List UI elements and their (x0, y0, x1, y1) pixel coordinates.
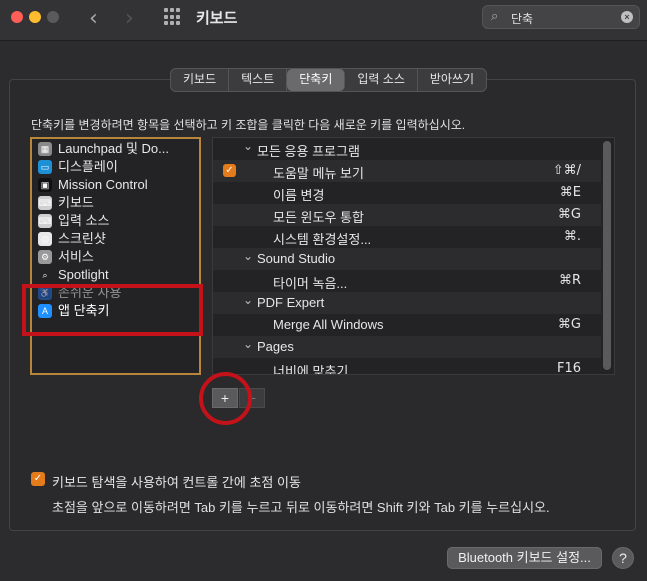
group-label: 모든 응용 프로그램 (257, 144, 360, 159)
group-label: PDF Expert (257, 295, 325, 310)
keyboard-navigation-checkbox[interactable]: ✓ (31, 472, 45, 486)
keyboard-icon: ⌨ (38, 196, 52, 210)
launchpad-icon: ▦ (38, 142, 52, 156)
category-label: 서비스 (58, 249, 94, 264)
back-icon[interactable]: ‹ (89, 6, 98, 31)
category-item[interactable]: ⌨ 입력 소스 (38, 212, 109, 230)
search-field[interactable]: ⌕ 단축 × (482, 5, 640, 29)
forward-icon[interactable]: › (125, 6, 134, 31)
spotlight-icon: ⌕ (42, 270, 48, 280)
category-label: Spotlight (58, 267, 109, 282)
shortcut-row[interactable]: ✓ 도움말 메뉴 보기 ⇧⌘/ (213, 160, 601, 182)
group-label: Sound Studio (257, 251, 336, 266)
screenshot-icon: ◎ (38, 232, 52, 246)
disclosure-chevron-icon[interactable]: ⌄ (243, 337, 253, 351)
shortcut-row[interactable]: 너비에 맞추기 F16 (213, 358, 601, 375)
input-source-icon: ⌨ (38, 214, 52, 228)
disclosure-chevron-icon[interactable]: ⌄ (243, 293, 253, 307)
category-label: 입력 소스 (58, 213, 110, 228)
shortcut-label: 너비에 맞추기 (273, 364, 349, 375)
clear-search-icon[interactable]: × (621, 11, 633, 23)
table-scrollbar[interactable] (603, 141, 611, 370)
display-icon: ▭ (38, 160, 52, 174)
zoom-window-button[interactable] (47, 11, 59, 23)
tab-shortcuts[interactable]: 단축키 (287, 69, 346, 91)
shortcut-keys[interactable]: ⌘. (564, 229, 581, 244)
tab-dictation[interactable]: 받아쓰기 (418, 69, 486, 91)
shortcut-enabled-checkbox[interactable]: ✓ (223, 164, 236, 177)
shortcut-keys[interactable]: ⌘E (560, 185, 581, 200)
bluetooth-keyboard-setup-button[interactable]: Bluetooth 키보드 설정... (447, 547, 602, 569)
shortcuts-table[interactable]: ⌄ 모든 응용 프로그램 ✓ 도움말 메뉴 보기 ⇧⌘/ 이름 변경 ⌘E 모든 윈도우 통합… (212, 137, 615, 375)
category-label: 키보드 (58, 195, 94, 210)
window-title: 키보드 (196, 10, 238, 27)
annotation-circle (199, 372, 252, 425)
search-input[interactable]: 단축 (511, 10, 533, 27)
search-icon: ⌕ (491, 8, 499, 23)
shortcut-keys[interactable]: ⌘G (558, 317, 581, 332)
shortcut-label: 도움말 메뉴 보기 (273, 166, 364, 181)
shortcut-category-list[interactable]: ▦ Launchpad 및 Do... ▭ 디스플레이 ▣ Mission Control… (30, 137, 201, 375)
category-item[interactable]: ⌕ Spotlight (38, 266, 109, 284)
tab-keyboard[interactable]: 키보드 (171, 69, 230, 91)
shortcut-label: Merge All Windows (273, 317, 384, 332)
shortcut-group-row[interactable]: ⌄ 모든 응용 프로그램 (213, 138, 601, 160)
keyboard-navigation-help: 초점을 앞으로 이동하려면 Tab 키를 누르고 뒤로 이동하려면 Shift … (52, 500, 550, 515)
shortcut-label: 이름 변경 (273, 188, 325, 203)
category-item[interactable]: ▣ Mission Control (38, 176, 148, 194)
close-window-button[interactable] (11, 11, 23, 23)
category-item[interactable]: ▦ Launchpad 및 Do... (38, 140, 169, 158)
category-label: 스크린샷 (58, 231, 106, 246)
category-item[interactable]: ⌨ 키보드 (38, 194, 94, 212)
annotation-highlight-box (22, 284, 203, 336)
shortcut-label: 모든 윈도우 통합 (273, 210, 364, 225)
minimize-window-button[interactable] (29, 11, 41, 23)
category-item[interactable]: ▭ 디스플레이 (38, 158, 118, 176)
shortcut-keys[interactable]: F16 (557, 361, 581, 374)
category-item[interactable]: ⚙ 서비스 (38, 248, 94, 266)
shortcut-group-row[interactable]: ⌄ Sound Studio (213, 248, 601, 270)
category-label: Launchpad 및 Do... (58, 141, 169, 156)
shortcut-row[interactable]: Merge All Windows ⌘G (213, 314, 601, 336)
services-icon: ⚙ (38, 250, 52, 264)
shortcut-keys[interactable]: ⇧⌘/ (553, 163, 581, 178)
keyboard-navigation-label: 키보드 탐색을 사용하여 컨트롤 간에 초점 이동 (52, 475, 301, 490)
shortcut-group-row[interactable]: ⌄ PDF Expert (213, 292, 601, 314)
shortcut-row[interactable]: 타이머 녹음... ⌘R (213, 270, 601, 292)
title-bar: ‹ › 키보드 ⌕ 단축 × (0, 0, 647, 41)
group-label: Pages (257, 339, 294, 354)
category-item[interactable]: ◎ 스크린샷 (38, 230, 106, 248)
shortcut-row[interactable]: 이름 변경 ⌘E (213, 182, 601, 204)
tab-text[interactable]: 텍스트 (229, 69, 288, 91)
shortcut-row[interactable]: 모든 윈도우 통합 ⌘G (213, 204, 601, 226)
shortcut-row[interactable]: 시스템 환경설정... ⌘. (213, 226, 601, 248)
category-label: Mission Control (58, 177, 148, 192)
mission-control-icon: ▣ (38, 178, 52, 192)
shortcut-keys[interactable]: ⌘G (558, 207, 581, 222)
help-button[interactable]: ? (612, 547, 634, 569)
shortcut-group-row[interactable]: ⌄ Pages (213, 336, 601, 358)
shortcut-label: 시스템 환경설정... (273, 232, 372, 247)
tab-bar: 키보드 텍스트 단축키 입력 소스 받아쓰기 (170, 68, 488, 92)
shortcut-label: 타이머 녹음... (273, 276, 348, 291)
show-all-grid-icon[interactable] (164, 8, 182, 26)
shortcut-keys[interactable]: ⌘R (559, 273, 581, 288)
instruction-text: 단축키를 변경하려면 항목을 선택하고 키 조합을 클릭한 다음 새로운 키를 … (31, 118, 466, 132)
disclosure-chevron-icon[interactable]: ⌄ (243, 139, 253, 153)
tab-input-sources[interactable]: 입력 소스 (345, 69, 418, 91)
category-label: 디스플레이 (58, 159, 118, 174)
disclosure-chevron-icon[interactable]: ⌄ (243, 249, 253, 263)
